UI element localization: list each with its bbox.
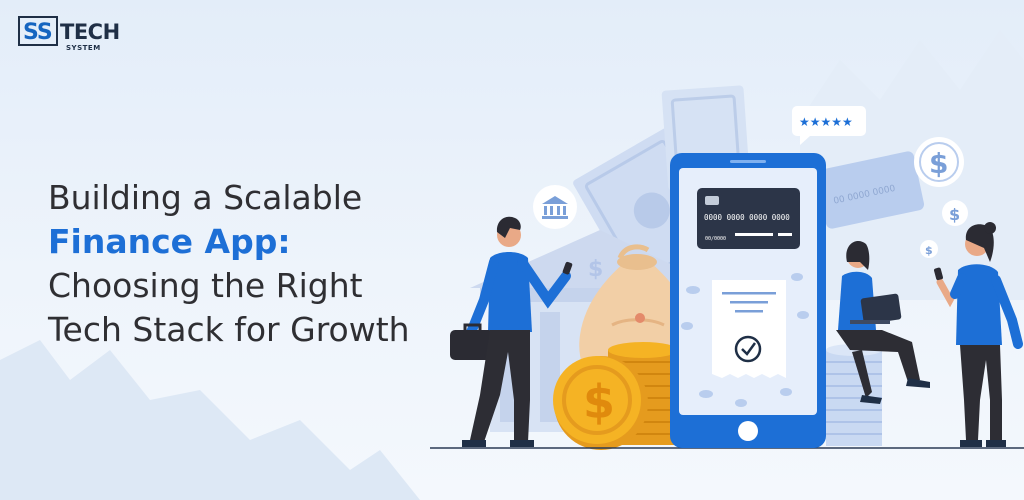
svg-text:$: $ xyxy=(929,147,948,180)
dollar-icon-small: $ xyxy=(942,200,968,226)
card-expiry: 00/0000 xyxy=(705,236,726,242)
check-icon xyxy=(734,335,762,363)
big-gold-coin: $ xyxy=(553,356,648,450)
coin-seat xyxy=(826,344,882,446)
bg-mountains-left xyxy=(0,340,420,500)
svg-text:$: $ xyxy=(949,205,960,224)
smartphone: 0000 0000 0000 0000 00/0000 xyxy=(670,153,826,448)
dollar-icon: $ xyxy=(914,137,964,187)
coin-dollar-icon: $ xyxy=(583,375,615,429)
rating-stars: ★★★★★ xyxy=(799,115,853,129)
laptop xyxy=(860,293,902,324)
receipt xyxy=(712,280,786,378)
finance-illustration: 00 0000 0000 $ $ 0000 0000 0000 0000 00/… xyxy=(0,30,1024,500)
dollar-icon-tiny: $ xyxy=(920,240,938,258)
svg-text:$: $ xyxy=(925,244,933,257)
card-number: 0000 0000 0000 0000 xyxy=(704,213,790,222)
bank-icon xyxy=(533,185,577,229)
bank-dollar-sign: $ xyxy=(588,257,603,282)
